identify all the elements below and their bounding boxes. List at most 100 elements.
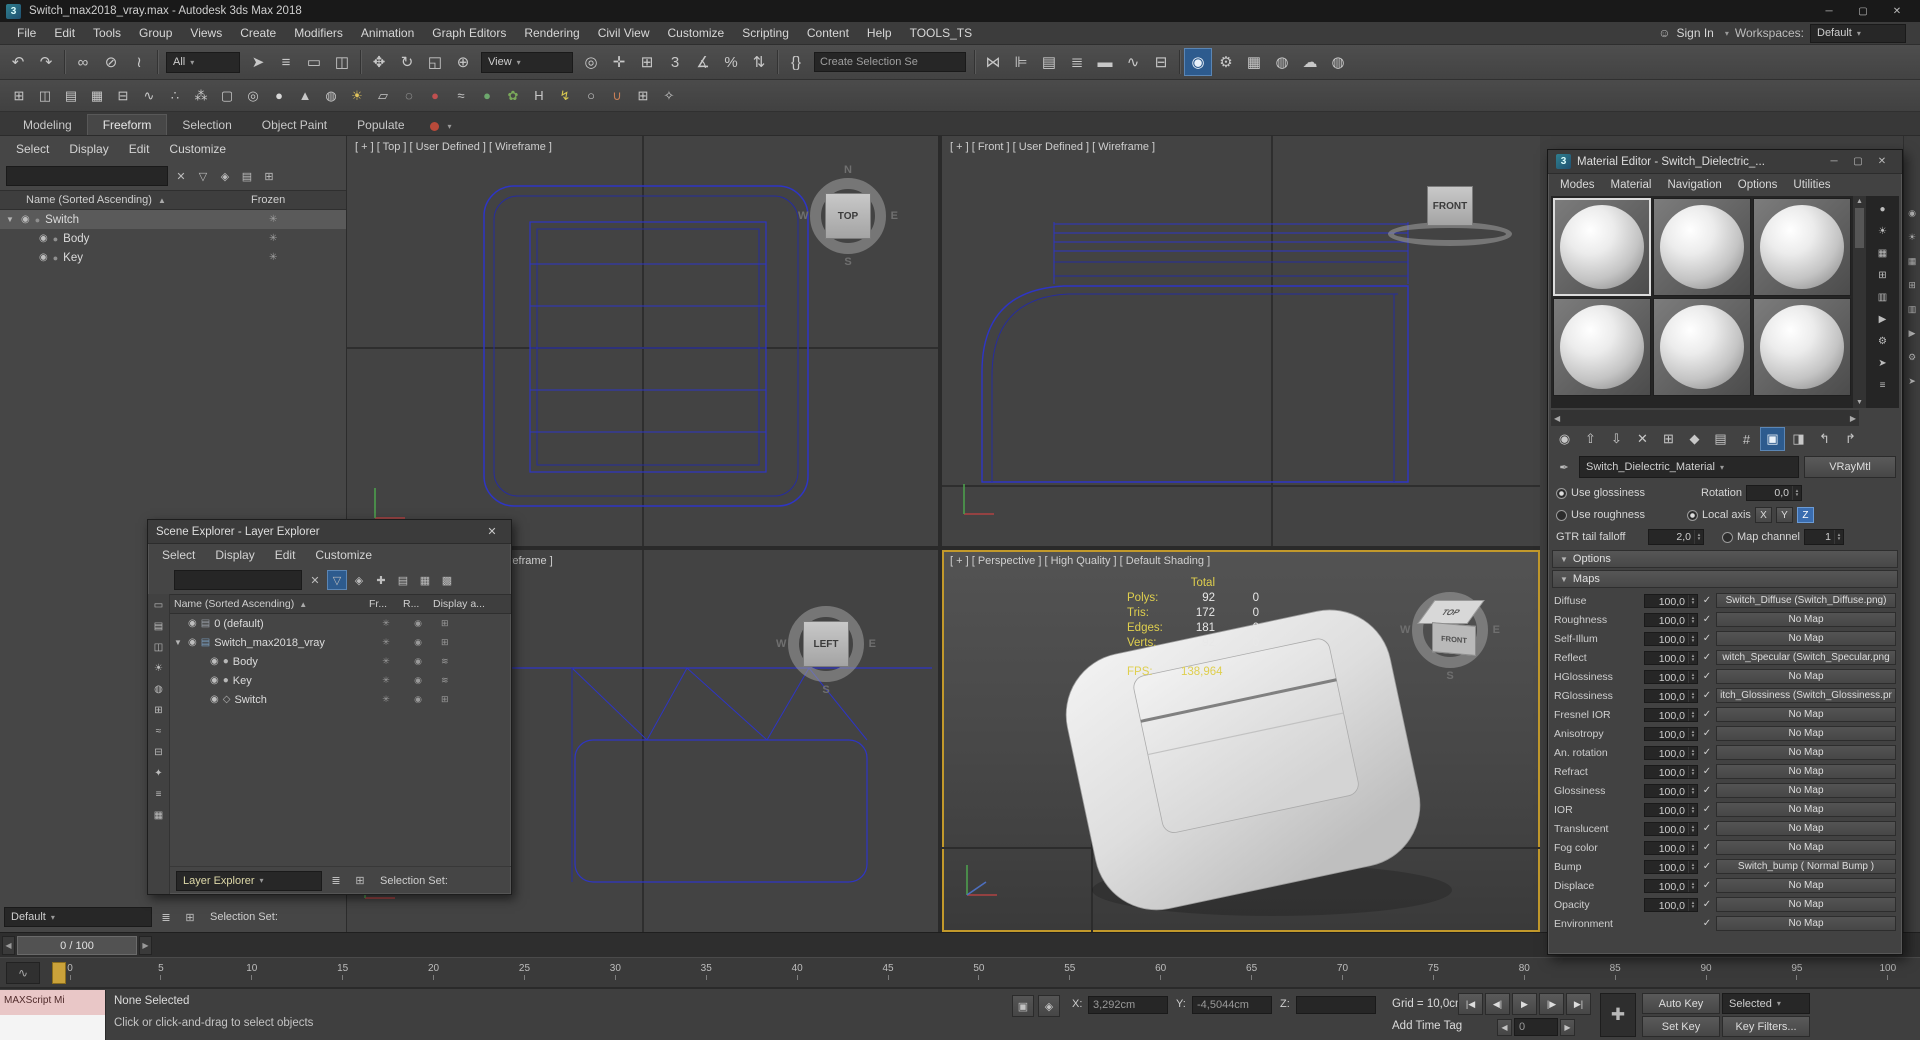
map-slot-button[interactable]: No Map bbox=[1716, 840, 1896, 855]
visibility-eye-icon[interactable]: ◉ bbox=[39, 233, 48, 244]
isolate-selection-toggle[interactable]: ▣ bbox=[1012, 995, 1034, 1017]
map-slot-button[interactable]: No Map bbox=[1716, 669, 1896, 684]
explorer-search-input[interactable] bbox=[6, 166, 168, 186]
layer-explorer-titlebar[interactable]: Scene Explorer - Layer Explorer ✕ bbox=[148, 520, 511, 544]
selection-filter-dropdown[interactable]: All ▾ bbox=[166, 51, 240, 73]
compass-north-label[interactable]: N bbox=[844, 164, 852, 176]
workspaces-dropdown[interactable]: Default ▾ bbox=[1810, 23, 1906, 43]
dual-plane-icon[interactable]: ◫ bbox=[32, 83, 58, 109]
select-and-manipulate-icon[interactable]: ✛ bbox=[605, 48, 633, 76]
map-enable-checkbox[interactable]: ✓ bbox=[1698, 652, 1716, 663]
map-enable-checkbox[interactable]: ✓ bbox=[1698, 709, 1716, 720]
ruler-tick[interactable]: 50 bbox=[969, 963, 989, 980]
map-amount-spinner[interactable]: 100,0 ▲ ▼ bbox=[1644, 878, 1698, 893]
material-editor-icon[interactable]: ◉ bbox=[1184, 48, 1212, 76]
material-sample-slot[interactable] bbox=[1753, 298, 1851, 396]
menu-item[interactable]: Group bbox=[130, 22, 181, 44]
select-object-icon[interactable]: ➤ bbox=[244, 48, 272, 76]
viewcube-top[interactable]: N S E W TOP bbox=[798, 164, 898, 268]
map-enable-checkbox[interactable]: ✓ bbox=[1698, 842, 1716, 853]
menu-item[interactable]: Edit bbox=[45, 22, 84, 44]
axis-y-button[interactable]: Y bbox=[1775, 507, 1793, 523]
coord-y-field[interactable] bbox=[1192, 996, 1272, 1014]
visibility-eye-icon[interactable]: ◉ bbox=[21, 214, 30, 225]
menu-item[interactable]: TOOLS_TS bbox=[901, 22, 981, 44]
ruler-tick[interactable]: 100 bbox=[1878, 963, 1898, 980]
map-channel-radio[interactable] bbox=[1722, 531, 1733, 543]
toggle-layer-explorer-icon[interactable]: ≣ bbox=[1063, 48, 1091, 76]
viewcube-top-face[interactable]: TOP bbox=[825, 193, 871, 239]
explorer-menu-item[interactable]: Customize bbox=[305, 548, 382, 562]
ribbon-config-button[interactable]: ▾ bbox=[422, 122, 460, 135]
next-key-button[interactable]: ▶ bbox=[1560, 1019, 1575, 1036]
ruler-tick[interactable]: 65 bbox=[1242, 963, 1262, 980]
ruler-tick[interactable]: 30 bbox=[605, 963, 625, 980]
column-display-header[interactable]: Display a... bbox=[433, 598, 511, 610]
menu-item[interactable]: Customize bbox=[659, 22, 734, 44]
explorer-menu-item[interactable]: Display bbox=[59, 142, 118, 156]
map-slot-button[interactable]: No Map bbox=[1716, 897, 1896, 912]
material-sample-slot[interactable] bbox=[1553, 198, 1651, 296]
show-shaded-material-in-viewport-icon[interactable]: ▣ bbox=[1760, 427, 1785, 451]
map-enable-checkbox[interactable]: ✓ bbox=[1698, 766, 1716, 777]
explorer-display-cameras-icon[interactable]: ◍ bbox=[150, 680, 168, 698]
node-label[interactable]: Switch bbox=[234, 694, 266, 706]
filter-icon[interactable]: ▽ bbox=[327, 570, 347, 590]
map-amount-spinner[interactable]: 100,0 ▲ ▼ bbox=[1644, 802, 1698, 817]
render-flyout-icon[interactable]: ◍ bbox=[1324, 48, 1352, 76]
material-editor-menu-item[interactable]: Material bbox=[1603, 174, 1660, 196]
map-amount-spinner[interactable]: 100,0 ▲ ▼ bbox=[1644, 745, 1698, 760]
node-label[interactable]: Switch_max2018_vray bbox=[214, 637, 325, 649]
ruler-tick[interactable]: 35 bbox=[696, 963, 716, 980]
percent-snap-icon[interactable]: % bbox=[717, 48, 745, 76]
node-label[interactable]: Body bbox=[63, 233, 89, 245]
map-slot-button[interactable]: No Map bbox=[1716, 745, 1896, 760]
display-state-icon[interactable]: ≋ bbox=[433, 656, 511, 667]
material-sample-slot[interactable] bbox=[1653, 298, 1751, 396]
make-unique-icon[interactable]: ◆ bbox=[1682, 427, 1707, 451]
explorer-menu-item[interactable]: Edit bbox=[265, 548, 306, 562]
ruler-tick[interactable]: 15 bbox=[333, 963, 353, 980]
auto-key-button[interactable]: Auto Key bbox=[1642, 993, 1720, 1014]
layer-search-input[interactable] bbox=[174, 570, 302, 590]
add-time-tag-button[interactable]: Add Time Tag bbox=[1392, 1020, 1462, 1032]
layer-explorer-row[interactable]: ◉ ▤ 0 (default) ✳ ◉ ⊞ bbox=[170, 614, 511, 633]
spreadsheet-icon[interactable]: ▦ bbox=[84, 83, 110, 109]
backlight-icon[interactable]: ☀ bbox=[1873, 222, 1892, 241]
ribbon-tab[interactable]: Object Paint bbox=[247, 115, 342, 135]
undo-icon[interactable]: ↶ bbox=[4, 48, 32, 76]
lock-explorer-icon[interactable]: ◈ bbox=[215, 166, 235, 186]
node-label[interactable]: Key bbox=[63, 252, 83, 264]
axis-x-button[interactable]: X bbox=[1754, 507, 1772, 523]
column-frozen-header[interactable]: Frozen bbox=[251, 194, 346, 206]
selection-lock-toggle[interactable]: ◈ bbox=[1038, 995, 1060, 1017]
scroll-right-icon[interactable]: ▶ bbox=[1850, 414, 1856, 423]
expand-caret-icon[interactable]: ▼ bbox=[174, 638, 184, 647]
explorer-display-spacewarps-icon[interactable]: ≈ bbox=[150, 722, 168, 740]
spray-icon[interactable]: ≈ bbox=[448, 83, 474, 109]
viewport-top[interactable]: [ + ] [ Top ] [ User Defined ] [ Wirefra… bbox=[347, 136, 938, 546]
ruler-tick[interactable]: 20 bbox=[424, 963, 444, 980]
menu-item[interactable]: Modifiers bbox=[285, 22, 352, 44]
torus-primitive-icon[interactable]: ◎ bbox=[240, 83, 266, 109]
grid-quick-icon[interactable]: ⊞ bbox=[180, 907, 200, 927]
explorer-display-bones-icon[interactable]: ≡ bbox=[150, 785, 168, 803]
visibility-eye-icon[interactable]: ◉ bbox=[210, 656, 219, 667]
gtr-tail-falloff-spinner[interactable]: 2,0 ▲ ▼ bbox=[1648, 529, 1704, 545]
local-axis-radio[interactable] bbox=[1687, 509, 1698, 521]
window-crossing-toggle-icon[interactable]: ◫ bbox=[328, 48, 356, 76]
map-slot-button[interactable]: No Map bbox=[1716, 726, 1896, 741]
plane-primitive-icon[interactable]: ▱ bbox=[370, 83, 396, 109]
mirror-icon[interactable]: ⋈ bbox=[979, 48, 1007, 76]
compass-west-label[interactable]: W bbox=[798, 210, 808, 222]
viewport-label-perspective[interactable]: [ + ] [ Perspective ] [ High Quality ] [… bbox=[950, 555, 1210, 567]
map-slot-button[interactable]: No Map bbox=[1716, 612, 1896, 627]
box-primitive-icon[interactable]: ▢ bbox=[214, 83, 240, 109]
set-keys-button[interactable]: ✚ bbox=[1600, 993, 1636, 1037]
visibility-eye-icon[interactable]: ◉ bbox=[210, 675, 219, 686]
menu-item[interactable]: Animation bbox=[352, 22, 423, 44]
scrollbar-thumb[interactable] bbox=[1855, 208, 1864, 248]
close-icon[interactable]: ✕ bbox=[481, 525, 503, 538]
ribbon-tab[interactable]: Populate bbox=[342, 115, 419, 135]
node-label[interactable]: Switch bbox=[45, 214, 79, 226]
